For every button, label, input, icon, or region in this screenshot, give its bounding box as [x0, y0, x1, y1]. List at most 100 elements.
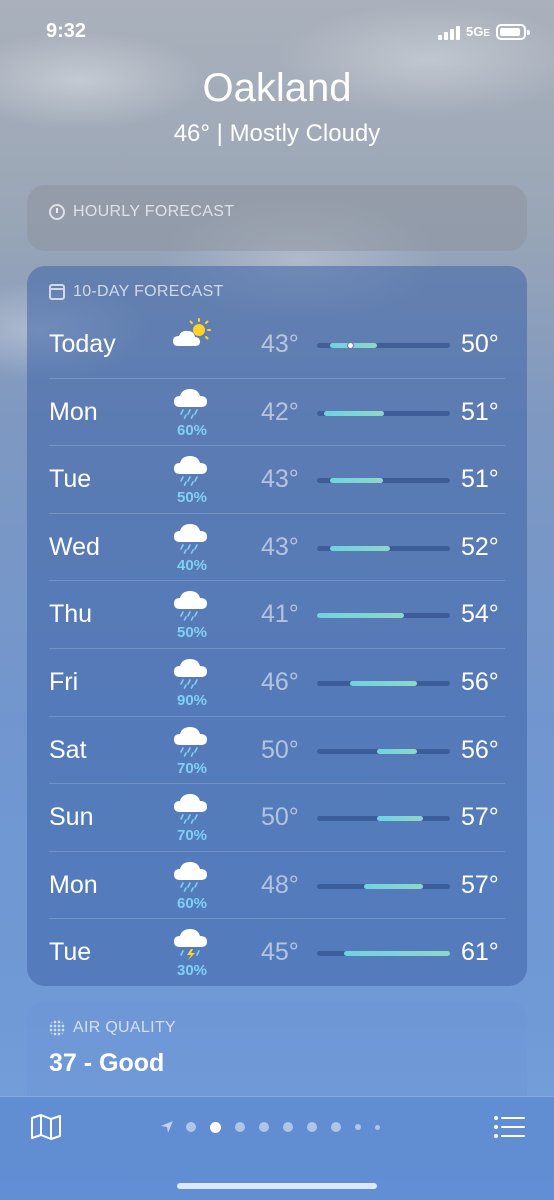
- ten-day-forecast-title: 10-DAY FORECAST: [73, 283, 224, 300]
- temp-range-fill: [343, 951, 450, 957]
- rain-icon: [172, 656, 212, 690]
- page-indicator[interactable]: [160, 1119, 394, 1135]
- low-temp: 41°: [261, 600, 299, 629]
- forecast-day: Mon: [49, 397, 98, 426]
- partly-sunny-icon: [172, 318, 212, 352]
- temp-range-fill: [323, 410, 384, 416]
- precip-chance: 60%: [176, 894, 208, 912]
- forecast-row[interactable]: Thu 50% 41° 54°: [27, 580, 527, 648]
- temp-range-bar: [317, 410, 450, 416]
- high-temp: 56°: [461, 667, 499, 696]
- forecast-day: Mon: [49, 870, 98, 899]
- rain-icon: [172, 386, 212, 420]
- page-dot: [283, 1122, 293, 1132]
- current-conditions: 46° | Mostly Cloudy: [173, 120, 381, 147]
- low-temp: 48°: [261, 870, 299, 899]
- temp-range-bar: [317, 613, 450, 619]
- ten-day-forecast-card[interactable]: 10-DAY FORECAST Today 43° 50° Mon 60% 42° 51° T…: [27, 266, 527, 986]
- page-dot: [355, 1124, 361, 1130]
- low-temp: 46°: [261, 667, 299, 696]
- precip-chance: 60%: [176, 421, 208, 439]
- temp-range-fill: [376, 748, 417, 754]
- rain-icon: [172, 859, 212, 893]
- precip-chance: 70%: [176, 759, 208, 777]
- temp-range-fill: [317, 613, 404, 619]
- low-temp: 42°: [261, 397, 299, 426]
- page-dot: [307, 1122, 317, 1132]
- status-time: 9:32: [46, 20, 87, 42]
- hourly-forecast-card[interactable]: HOURLY FORECAST: [27, 185, 527, 251]
- forecast-day: Thu: [49, 600, 93, 629]
- forecast-row[interactable]: Wed 40% 43° 52°: [27, 512, 527, 581]
- clock-icon: [49, 204, 65, 220]
- rain-icon: [172, 588, 212, 622]
- forecast-row[interactable]: Sat 70% 50° 56°: [27, 715, 527, 784]
- low-temp: 50°: [261, 803, 299, 832]
- high-temp: 51°: [461, 465, 499, 494]
- low-temp: 43°: [261, 532, 299, 561]
- ten-day-forecast-header: 10-DAY FORECAST: [49, 283, 224, 301]
- air-quality-value: 37 - Good: [49, 1049, 165, 1077]
- forecast-day: Tue: [49, 938, 92, 967]
- temp-range-bar: [317, 748, 450, 754]
- precip-chance: 30%: [176, 962, 208, 980]
- forecast-day: Sun: [49, 803, 94, 832]
- high-temp: 56°: [461, 735, 499, 764]
- air-quality-title: AIR QUALITY: [73, 1019, 176, 1036]
- forecast-row[interactable]: Sun 70% 50° 57°: [27, 783, 527, 851]
- page-dot: [259, 1122, 269, 1132]
- low-temp: 45°: [261, 938, 299, 967]
- low-temp: 43°: [261, 465, 299, 494]
- forecast-row[interactable]: Mon 60% 42° 51°: [27, 377, 527, 446]
- temp-range-bar: [317, 342, 450, 349]
- high-temp: 52°: [461, 532, 499, 561]
- forecast-row[interactable]: Tue 50% 43° 51°: [27, 445, 527, 513]
- forecast-row[interactable]: Fri 90% 46° 56°: [27, 647, 527, 716]
- page-dot: [375, 1124, 380, 1130]
- high-temp: 61°: [461, 938, 499, 967]
- temp-range-fill: [330, 478, 384, 484]
- forecast-day: Tue: [49, 465, 92, 494]
- temp-range-bar: [317, 545, 450, 551]
- temp-range-bar: [317, 951, 450, 957]
- status-bar: 9:32 5GE: [0, 0, 554, 60]
- forecast-row[interactable]: Tue 30% 45° 61°: [27, 918, 527, 986]
- air-quality-header: AIR QUALITY: [49, 1019, 176, 1037]
- calendar-icon: [49, 284, 65, 300]
- air-quality-icon: [49, 1020, 65, 1036]
- rain-icon: [172, 453, 212, 487]
- temp-range-bar: [317, 478, 450, 484]
- precip-chance: 50%: [176, 489, 208, 507]
- high-temp: 57°: [461, 870, 499, 899]
- temp-range-bar: [317, 680, 450, 686]
- page-dot: [186, 1122, 196, 1132]
- precip-chance: 50%: [176, 624, 208, 642]
- city-name: Oakland: [202, 66, 352, 110]
- page-dot: [235, 1122, 245, 1132]
- temp-range-fill: [350, 680, 417, 686]
- rain-icon: [172, 791, 212, 825]
- current-temp-dot: [346, 342, 354, 349]
- forecast-row[interactable]: Mon 60% 48° 57°: [27, 850, 527, 919]
- temp-range-fill: [363, 883, 424, 889]
- hourly-forecast-header: HOURLY FORECAST: [49, 203, 234, 221]
- precip-chance: 70%: [176, 827, 208, 845]
- list-icon[interactable]: [493, 1115, 525, 1139]
- forecast-rows: Today 43° 50° Mon 60% 42° 51° Tue 50% 43° 51° Wed 40…: [27, 310, 527, 986]
- forecast-day: Today: [49, 330, 116, 358]
- network-type: 5GE: [466, 24, 491, 39]
- high-temp: 57°: [461, 803, 499, 832]
- low-temp: 50°: [261, 735, 299, 764]
- hourly-forecast-title: HOURLY FORECAST: [73, 203, 235, 220]
- page-dot-active: [210, 1121, 221, 1133]
- high-temp: 50°: [461, 330, 499, 358]
- location-arrow-icon: [160, 1120, 174, 1134]
- forecast-row[interactable]: Today 43° 50°: [27, 310, 527, 378]
- map-icon[interactable]: [30, 1114, 62, 1140]
- temp-range-bar: [317, 883, 450, 889]
- battery-icon: [496, 24, 530, 40]
- signal-icon: [438, 24, 464, 40]
- temp-range-fill: [330, 545, 391, 551]
- rain-icon: [172, 521, 212, 555]
- rain-icon: [172, 724, 212, 758]
